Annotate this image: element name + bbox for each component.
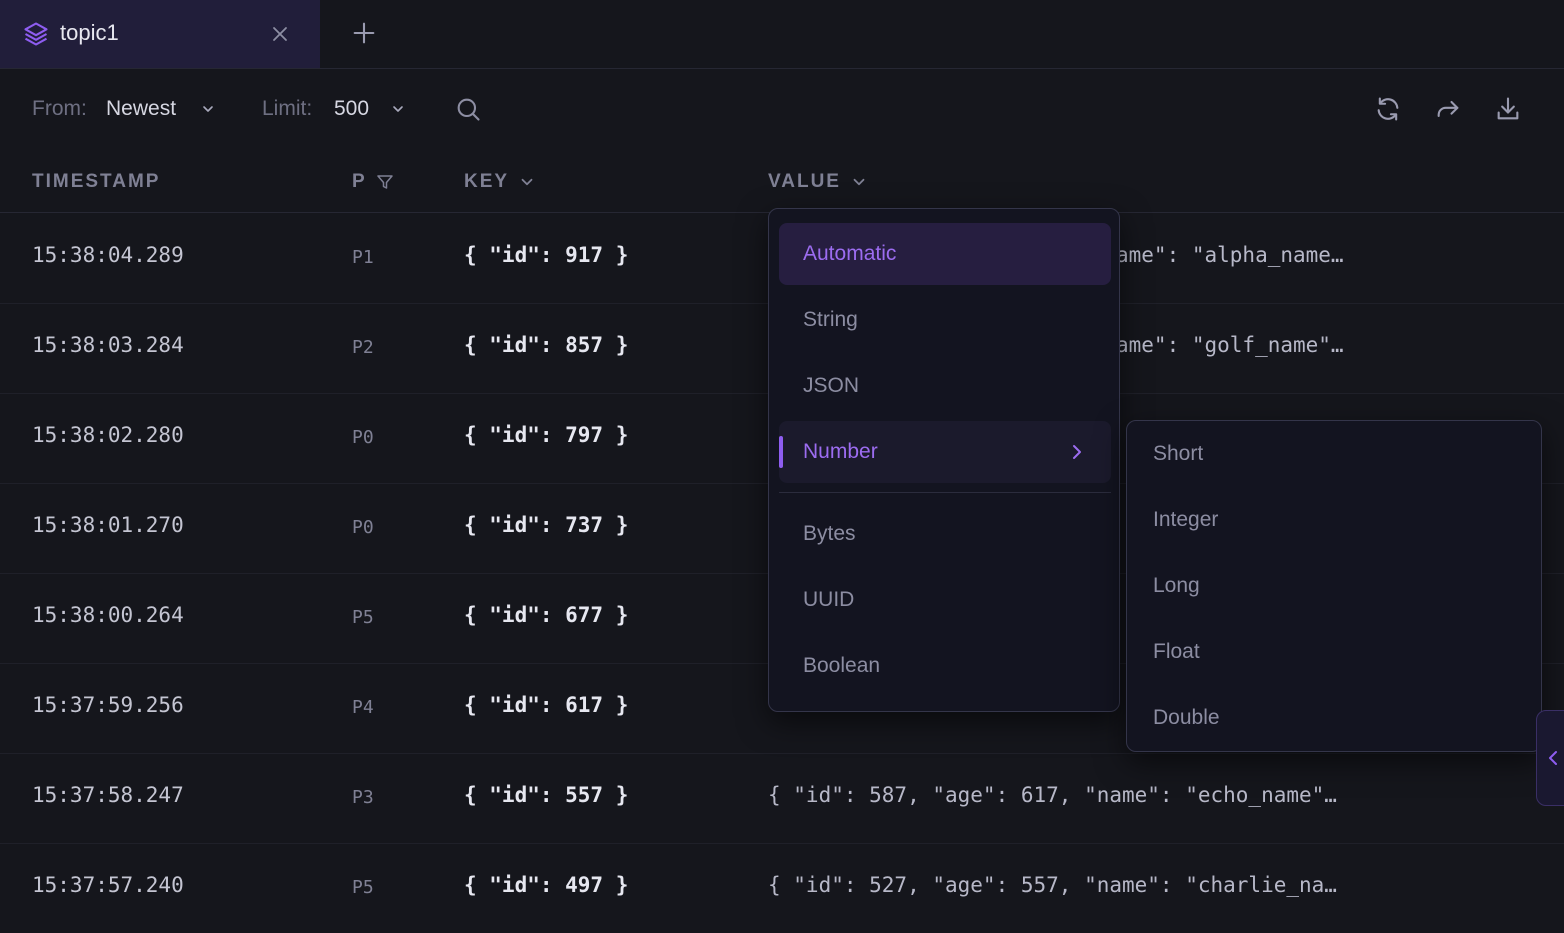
row-key: { "id": 617 } (464, 693, 629, 717)
row-value: { "id": 587, "age": 617, "name": "echo_n… (768, 783, 1337, 807)
row-value: { "id": 527, "age": 557, "name": "charli… (768, 873, 1337, 897)
row-timestamp: 15:37:58.247 (32, 783, 184, 807)
menu-item-label: Bytes (803, 522, 856, 545)
menu-item-number[interactable]: Number (779, 421, 1111, 483)
refresh-icon[interactable] (1374, 95, 1402, 123)
submenu-item-label: Long (1153, 574, 1200, 597)
row-timestamp: 15:38:02.280 (32, 423, 184, 447)
toolbar: From: Newest Limit: 500 (0, 69, 1564, 151)
from-select[interactable]: Newest (106, 97, 176, 121)
chevron-left-icon (1549, 751, 1557, 765)
menu-item-label: String (803, 308, 858, 331)
limit-label: Limit: (262, 97, 313, 120)
row-timestamp: 15:37:59.256 (32, 693, 184, 717)
row-key: { "id": 737 } (464, 513, 629, 537)
row-partition: P1 (352, 247, 374, 268)
row-key: { "id": 797 } (464, 423, 629, 447)
column-header-value[interactable]: VALUE (768, 171, 841, 193)
column-header-partition[interactable]: P (352, 171, 367, 193)
submenu-item-long[interactable]: Long (1137, 555, 1531, 617)
forward-icon[interactable] (1434, 95, 1462, 123)
layers-icon (24, 22, 48, 46)
tab-bar: topic1 (0, 0, 1564, 69)
side-panel-toggle[interactable] (1536, 710, 1564, 806)
submenu-item-float[interactable]: Float (1137, 621, 1531, 683)
download-icon[interactable] (1494, 95, 1522, 123)
row-timestamp: 15:38:03.284 (32, 333, 184, 357)
tab-topic1[interactable]: topic1 (0, 0, 320, 68)
row-key: { "id": 857 } (464, 333, 629, 357)
row-value: ame": "alpha_name… (1116, 243, 1344, 267)
search-icon[interactable] (454, 95, 482, 123)
row-timestamp: 15:38:01.270 (32, 513, 184, 537)
row-partition: P0 (352, 427, 374, 448)
chevron-down-icon[interactable] (390, 101, 406, 117)
menu-item-label: Boolean (803, 654, 881, 677)
chevron-right-icon (1073, 445, 1081, 459)
table-header: TIMESTAMP P KEY VALUE (0, 152, 1564, 213)
close-icon[interactable] (268, 22, 292, 46)
menu-item-label: Automatic (803, 242, 897, 265)
chevron-down-icon[interactable] (518, 173, 536, 191)
menu-item-bytes[interactable]: Bytes (779, 503, 1111, 565)
row-partition: P5 (352, 877, 374, 898)
submenu-item-integer[interactable]: Integer (1137, 489, 1531, 551)
add-tab-icon[interactable] (350, 19, 378, 47)
value-format-menu: Automatic String JSON Number Bytes UUID … (768, 208, 1120, 712)
table-row[interactable]: 15:37:57.240 P5 { "id": 497 } { "id": 52… (0, 843, 1564, 933)
row-timestamp: 15:38:00.264 (32, 603, 184, 627)
menu-item-automatic[interactable]: Automatic (779, 223, 1111, 285)
limit-select[interactable]: 500 (334, 97, 369, 121)
submenu-item-label: Integer (1153, 508, 1219, 531)
table-row[interactable]: 15:37:58.247 P3 { "id": 557 } { "id": 58… (0, 753, 1564, 844)
row-key: { "id": 557 } (464, 783, 629, 807)
row-partition: P5 (352, 607, 374, 628)
submenu-item-short[interactable]: Short (1137, 423, 1531, 485)
menu-item-string[interactable]: String (779, 289, 1111, 351)
row-partition: P2 (352, 337, 374, 358)
menu-item-json[interactable]: JSON (779, 355, 1111, 417)
submenu-item-double[interactable]: Double (1137, 687, 1531, 749)
menu-divider (779, 492, 1111, 493)
row-value: ame": "golf_name"… (1116, 333, 1344, 357)
number-submenu: Short Integer Long Float Double (1126, 420, 1542, 752)
filter-icon[interactable] (376, 173, 394, 191)
menu-item-label: JSON (803, 374, 860, 397)
row-timestamp: 15:38:04.289 (32, 243, 184, 267)
active-indicator (779, 436, 783, 468)
column-header-key[interactable]: KEY (464, 171, 509, 193)
row-key: { "id": 497 } (464, 873, 629, 897)
submenu-item-label: Float (1153, 640, 1200, 663)
row-timestamp: 15:37:57.240 (32, 873, 184, 897)
row-partition: P4 (352, 697, 374, 718)
chevron-down-icon[interactable] (200, 101, 216, 117)
row-key: { "id": 917 } (464, 243, 629, 267)
menu-item-label: Number (803, 440, 878, 463)
row-key: { "id": 677 } (464, 603, 629, 627)
submenu-item-label: Short (1153, 442, 1204, 465)
menu-item-uuid[interactable]: UUID (779, 569, 1111, 631)
menu-item-label: UUID (803, 588, 855, 611)
row-partition: P0 (352, 517, 374, 538)
chevron-down-icon[interactable] (850, 173, 868, 191)
column-header-timestamp[interactable]: TIMESTAMP (32, 171, 160, 193)
menu-item-boolean[interactable]: Boolean (779, 635, 1111, 697)
row-partition: P3 (352, 787, 374, 808)
submenu-item-label: Double (1153, 706, 1220, 729)
from-label: From: (32, 97, 87, 120)
tab-title: topic1 (60, 20, 119, 45)
